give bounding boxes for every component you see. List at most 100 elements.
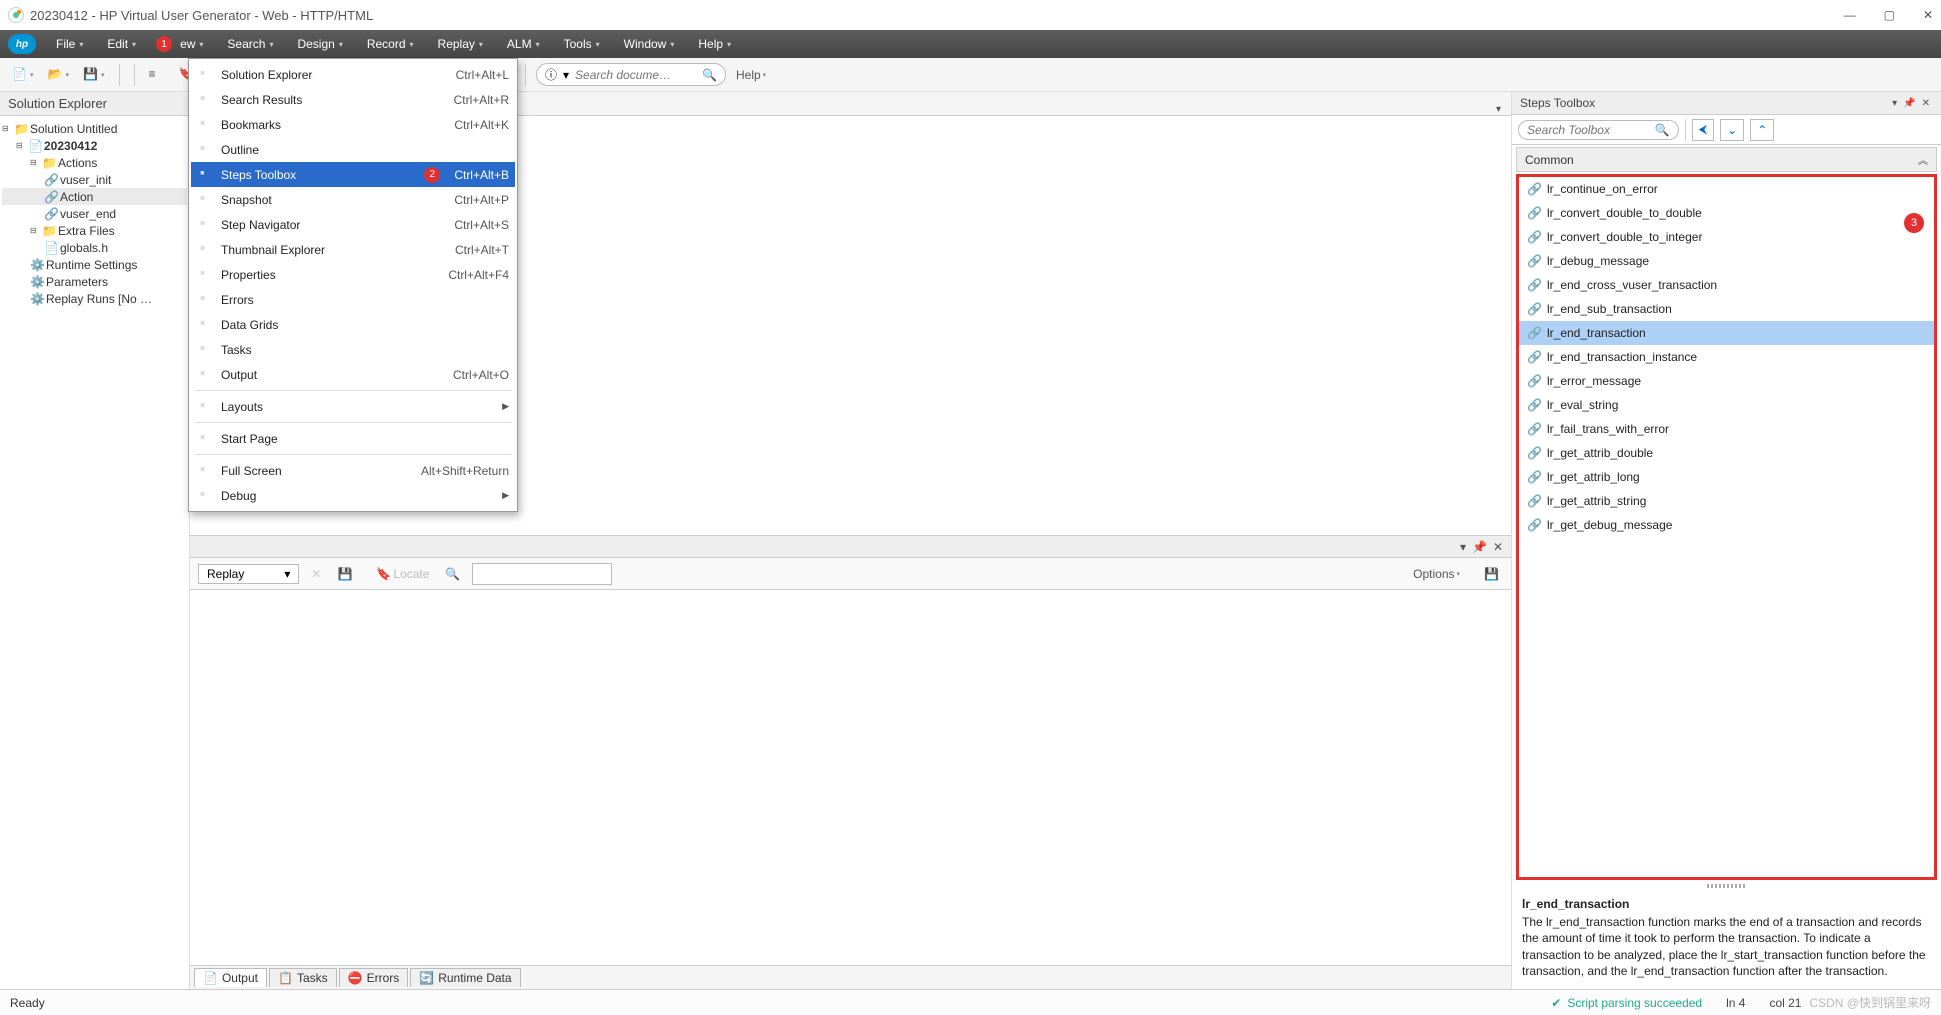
step-icon: 🔗 (1527, 350, 1541, 364)
toolbar-align[interactable]: ≡ (145, 65, 169, 85)
toolbox-item[interactable]: 🔗lr_get_attrib_long (1519, 465, 1934, 489)
menu-help[interactable]: Help▾ (686, 30, 743, 58)
tree-extra-files[interactable]: Extra Files (58, 224, 115, 238)
steps-close-icon[interactable]: ✕ (1919, 98, 1933, 109)
tree-project[interactable]: 20230412 (44, 139, 97, 153)
menu-tools[interactable]: Tools▾ (552, 30, 612, 58)
menu-view[interactable]: 1ew▾ (148, 30, 215, 58)
lower-tab-runtime-data[interactable]: 🔄Runtime Data (410, 968, 520, 987)
toolbox-item[interactable]: 🔗lr_end_transaction (1519, 321, 1934, 345)
lower-locate[interactable]: 🔖 Locate (372, 565, 433, 583)
solution-explorer-panel: Solution Explorer ⊟📁Solution Untitled ⊟📄… (0, 92, 190, 989)
lower-pin-icon[interactable]: 📌 (1472, 540, 1487, 554)
tree-root[interactable]: Solution Untitled (30, 122, 117, 136)
toolbox-item-label: lr_end_transaction_instance (1547, 350, 1697, 364)
view-menu-snapshot[interactable]: ▫️SnapshotCtrl+Alt+P (191, 187, 515, 212)
toolbox-item[interactable]: 🔗lr_continue_on_error (1519, 177, 1934, 201)
view-menu-properties[interactable]: ▫️PropertiesCtrl+Alt+F4 (191, 262, 515, 287)
toolbox-item[interactable]: 🔗lr_end_sub_transaction (1519, 297, 1934, 321)
lower-tab-output[interactable]: 📄Output (194, 968, 267, 987)
tree-item[interactable]: ⚙️Runtime Settings (2, 256, 187, 273)
lower-panel-header: ▾ 📌 ✕ (190, 536, 1511, 558)
tabstrip-menu[interactable]: ▾ (1492, 104, 1505, 115)
toolbar-new[interactable]: 📄▾ (8, 65, 38, 85)
steps-pin-icon[interactable]: 📌 (1900, 98, 1918, 109)
lower-tab-errors[interactable]: ⛔Errors (339, 968, 409, 987)
toolbox-item[interactable]: 🔗lr_get_debug_message (1519, 513, 1934, 537)
replay-combo[interactable]: Replay▾ (198, 564, 299, 584)
toolbox-item[interactable]: 🔗lr_get_attrib_string (1519, 489, 1934, 513)
view-menu-bookmarks[interactable]: ▫️BookmarksCtrl+Alt+K (191, 112, 515, 137)
menu-file[interactable]: File▾ (44, 30, 95, 58)
solution-explorer-title: Solution Explorer (0, 92, 189, 116)
doc-search-input[interactable] (575, 68, 696, 82)
tree-item[interactable]: ⚙️Parameters (2, 273, 187, 290)
toolbox-expand[interactable]: ⌄ (1720, 119, 1744, 141)
view-menu-debug[interactable]: ▫️Debug▶ (191, 483, 515, 508)
help-combo[interactable]: Help ▾ (732, 66, 770, 84)
splitter[interactable] (1512, 882, 1941, 890)
lower-dropdown-icon[interactable]: ▾ (1460, 540, 1466, 554)
toolbox-item[interactable]: 🔗lr_error_message (1519, 369, 1934, 393)
view-menu-outline[interactable]: ▫️Outline (191, 137, 515, 162)
lower-clear[interactable]: ✕ (307, 565, 325, 583)
view-menu-thumbnail-explorer[interactable]: ▫️Thumbnail ExplorerCtrl+Alt+T (191, 237, 515, 262)
view-menu-solution-explorer[interactable]: ▫️Solution ExplorerCtrl+Alt+L (191, 62, 515, 87)
view-menu-search-results[interactable]: ▫️Search ResultsCtrl+Alt+R (191, 87, 515, 112)
steps-dropdown-icon[interactable]: ▾ (1889, 98, 1900, 109)
toolbox-item[interactable]: 🔗lr_get_attrib_double (1519, 441, 1934, 465)
toolbox-category[interactable]: Common ︽ (1516, 147, 1937, 172)
toolbox-search[interactable]: 🔍 (1518, 120, 1679, 140)
minimize-button[interactable]: — (1844, 8, 1856, 22)
lower-close-icon[interactable]: ✕ (1493, 540, 1503, 554)
menu-design[interactable]: Design▾ (285, 30, 354, 58)
menu-alm[interactable]: ALM▾ (495, 30, 552, 58)
tree-action[interactable]: 🔗vuser_init (2, 171, 187, 188)
toolbox-item[interactable]: 🔗lr_eval_string (1519, 393, 1934, 417)
toolbox-item[interactable]: 🔗lr_fail_trans_with_error (1519, 417, 1934, 441)
toolbox-item[interactable]: 🔗lr_convert_double_to_double (1519, 201, 1934, 225)
maximize-button[interactable]: ▢ (1884, 8, 1895, 22)
view-menu-tasks[interactable]: ▫️Tasks (191, 337, 515, 362)
close-button[interactable]: ✕ (1923, 8, 1933, 22)
menu-replay[interactable]: Replay▾ (426, 30, 495, 58)
menu-item-icon: ▫️ (195, 266, 213, 284)
tree-item[interactable]: ⚙️Replay Runs [No … (2, 290, 187, 307)
toolbar-save[interactable]: 💾▾ (79, 65, 109, 85)
view-menu-full-screen[interactable]: ▫️Full ScreenAlt+Shift+Return (191, 458, 515, 483)
tree-action[interactable]: 🔗Action (2, 188, 187, 205)
view-menu-errors[interactable]: ▫️Errors (191, 287, 515, 312)
view-menu-steps-toolbox[interactable]: ▫️Steps Toolbox2Ctrl+Alt+B (191, 162, 515, 187)
toolbox-collapse[interactable]: ⌃ (1750, 119, 1774, 141)
lower-tab-tasks[interactable]: 📋Tasks (269, 968, 337, 987)
view-menu-layouts[interactable]: ▫️Layouts▶ (191, 394, 515, 419)
menu-search[interactable]: Search▾ (215, 30, 285, 58)
lower-search-icon[interactable]: 🔍 (441, 565, 464, 583)
solution-tree[interactable]: ⊟📁Solution Untitled ⊟📄20230412 ⊟📁Actions… (0, 116, 189, 311)
view-menu-step-navigator[interactable]: ▫️Step NavigatorCtrl+Alt+S (191, 212, 515, 237)
doc-search[interactable]: ⓘ▾ 🔍 (536, 63, 726, 86)
toolbox-item[interactable]: 🔗lr_end_cross_vuser_transaction (1519, 273, 1934, 297)
toolbar-open[interactable]: 📂▾ (44, 65, 74, 85)
toolbox-item[interactable]: 🔗 lr_end_transaction_instance (1519, 345, 1934, 369)
toolbox-item[interactable]: 🔗lr_convert_double_to_integer (1519, 225, 1934, 249)
lower-options[interactable]: Options ▾ (1409, 565, 1464, 583)
menu-edit[interactable]: Edit▾ (95, 30, 148, 58)
tree-action[interactable]: 🔗vuser_end (2, 205, 187, 222)
tree-actions[interactable]: Actions (58, 156, 97, 170)
lower-search-input[interactable] (472, 563, 612, 585)
menu-window[interactable]: Window▾ (612, 30, 687, 58)
toolbox-list[interactable]: 3 🔗lr_continue_on_error🔗lr_convert_doubl… (1516, 174, 1937, 880)
lower-save2[interactable]: 💾 (1480, 565, 1503, 583)
view-menu-dropdown[interactable]: ▫️Solution ExplorerCtrl+Alt+L▫️Search Re… (188, 58, 518, 512)
view-menu-data-grids[interactable]: ▫️Data Grids (191, 312, 515, 337)
view-menu-output[interactable]: ▫️OutputCtrl+Alt+O (191, 362, 515, 387)
step-icon: 🔗 (1527, 278, 1541, 292)
menu-record[interactable]: Record▾ (355, 30, 426, 58)
toolbox-back[interactable]: ⮜ (1692, 119, 1715, 141)
toolbox-search-input[interactable] (1527, 123, 1649, 137)
tree-file[interactable]: globals.h (60, 241, 108, 255)
lower-save[interactable]: 💾 (333, 565, 356, 583)
toolbox-item[interactable]: 🔗lr_debug_message (1519, 249, 1934, 273)
view-menu-start-page[interactable]: ▫️Start Page (191, 426, 515, 451)
